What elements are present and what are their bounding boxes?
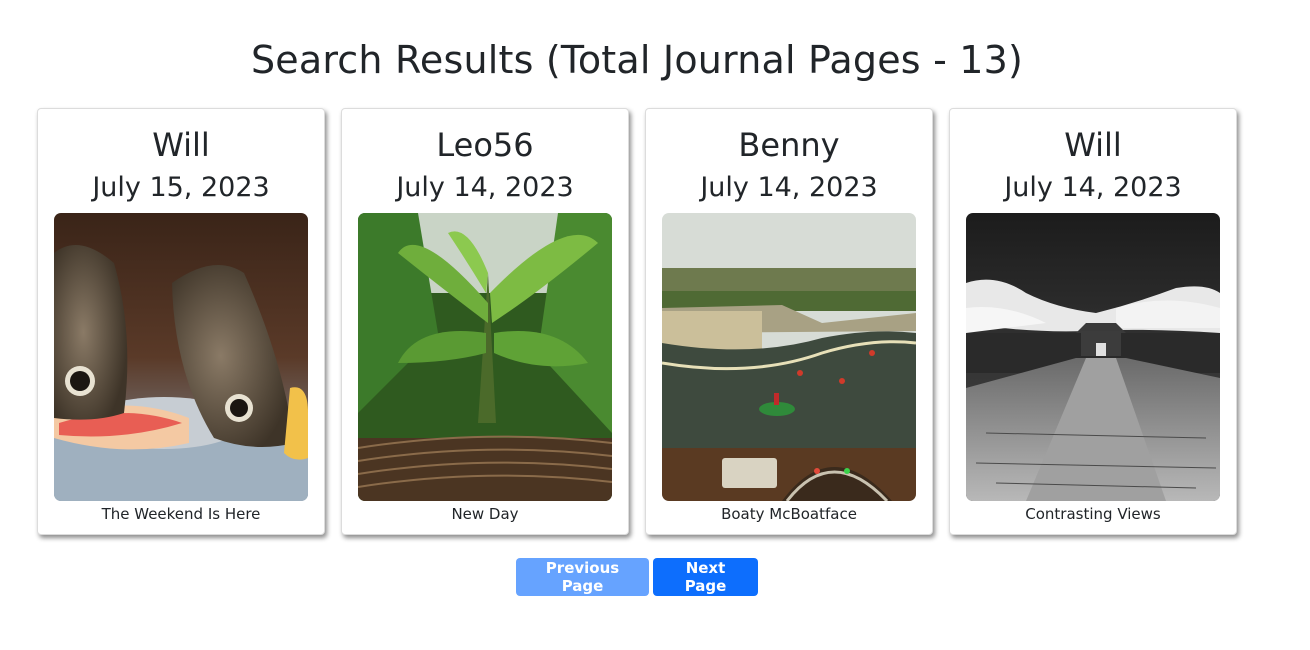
card-date: July 15, 2023 <box>92 172 270 203</box>
card-caption: The Weekend Is Here <box>101 505 261 523</box>
card-photo-boat-pond[interactable] <box>662 213 916 501</box>
journal-card[interactable]: Benny July 14, 2023 Boaty McBoatface <box>645 108 933 535</box>
card-author: Leo56 <box>436 126 534 164</box>
card-caption: New Day <box>451 505 519 523</box>
card-date: July 14, 2023 <box>1004 172 1182 203</box>
card-photo-jungle[interactable] <box>358 213 612 501</box>
card-photo-butterflies[interactable] <box>54 213 308 501</box>
next-page-button[interactable]: Next Page <box>653 558 758 596</box>
journal-card[interactable]: Leo56 July 14, 2023 New Day <box>341 108 629 535</box>
page-title: Search Results (Total Journal Pages - 13… <box>250 38 1024 82</box>
card-caption: Boaty McBoatface <box>721 505 857 523</box>
journal-card[interactable]: Will July 15, 2023 The Weekend Is Here <box>37 108 325 535</box>
card-author: Benny <box>738 126 840 164</box>
card-author: Will <box>152 126 210 164</box>
search-results-page: Search Results (Total Journal Pages - 13… <box>0 0 1310 650</box>
card-author: Will <box>1064 126 1122 164</box>
pagination: Previous Page Next Page <box>516 558 758 596</box>
previous-page-button[interactable]: Previous Page <box>516 558 649 596</box>
card-date: July 14, 2023 <box>396 172 574 203</box>
card-caption: Contrasting Views <box>1025 505 1161 523</box>
card-photo-bw-fort[interactable] <box>966 213 1220 501</box>
journal-card[interactable]: Will July 14, 2023 Contrasting Views <box>949 108 1237 535</box>
card-date: July 14, 2023 <box>700 172 878 203</box>
journal-card-grid: Will July 15, 2023 The Weekend Is Here L… <box>37 108 1237 535</box>
